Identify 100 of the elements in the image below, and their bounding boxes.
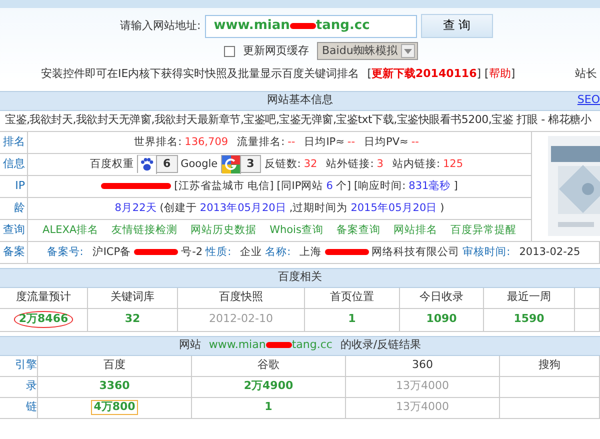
- table-cell: 2万4900: [244, 380, 294, 393]
- column-header: 最近一周: [507, 291, 551, 304]
- rank-badge: 3: [220, 155, 262, 174]
- query-link[interactable]: 百度异常提醒: [450, 224, 516, 236]
- caret-icon: [404, 48, 412, 54]
- section-title: 的收录/反链结果: [340, 339, 422, 352]
- row-label: 信息: [0, 154, 28, 176]
- table-cell: 13万4000: [396, 401, 449, 414]
- url-input[interactable]: www.mian tang.cc: [204, 14, 417, 38]
- bracket-text: ]: [510, 68, 516, 81]
- column-header: 首页位置: [330, 291, 374, 304]
- info-text: 网络科技有限公司: [372, 246, 460, 258]
- download-link[interactable]: 更新下载20140116: [372, 68, 477, 81]
- info-text: 2015年05月20日: [350, 202, 438, 214]
- table-cell: 1090: [426, 313, 457, 326]
- google-icon: [222, 154, 241, 174]
- side-text: 站长: [575, 68, 598, 81]
- paw-icon: [138, 154, 157, 174]
- info-text: [响应时间:: [354, 180, 406, 192]
- info-text: 32: [304, 158, 318, 170]
- table-cell: 13万4000: [396, 380, 449, 393]
- bracket-text: [: [367, 68, 372, 81]
- row-label: 链: [26, 401, 37, 414]
- info-text: 站内链接:: [392, 158, 440, 170]
- checkbox-label: 更新网页缓存: [243, 44, 309, 58]
- info-text: 日均IP≈: [304, 136, 344, 148]
- help-link[interactable]: 帮助: [488, 68, 511, 81]
- info-text: 备案号:: [46, 246, 84, 258]
- url-text: www.mian tang.cc: [208, 339, 332, 352]
- redaction-mark: [324, 249, 369, 256]
- column-header: 搜狗: [538, 359, 560, 372]
- info-text: 名称:: [265, 246, 291, 258]
- info-text: 3: [376, 158, 384, 170]
- column-header: 今日收录: [420, 291, 464, 304]
- query-link[interactable]: 友情链接检测: [112, 224, 178, 236]
- row-label: 备案: [0, 242, 28, 264]
- info-text: ,过期时间为: [289, 202, 348, 214]
- query-link[interactable]: 备案查询: [336, 224, 380, 236]
- column-header: 谷歌: [258, 359, 280, 372]
- table-cell: 1: [348, 313, 356, 326]
- info-text: 6: [326, 180, 333, 192]
- info-text: ]: [454, 180, 458, 192]
- column-header: 360: [412, 359, 433, 372]
- redaction-mark: [134, 249, 178, 256]
- table-cell: 3360: [99, 380, 130, 393]
- info-text: 流量排名:: [237, 136, 285, 148]
- row-label: 排名: [0, 132, 28, 154]
- info-text: 世界排名:: [134, 136, 182, 148]
- info-text: 2013-02-25: [519, 246, 580, 258]
- column-header: 百度: [104, 359, 126, 372]
- redaction-mark: [101, 183, 172, 190]
- seo-link[interactable]: SEO: [577, 94, 600, 107]
- notice-text: 安装控件即可在IE内核下获得实时快照及批量显示百度关键词排名: [41, 68, 360, 81]
- info-text: --: [347, 136, 355, 148]
- info-text: 日均PV≈: [364, 136, 408, 148]
- row-label: 查询: [0, 220, 28, 242]
- info-text: 831毫秒: [408, 180, 451, 192]
- info-text: --: [288, 136, 296, 148]
- info-text: 反链数:: [264, 158, 301, 170]
- info-text: 136,709: [184, 136, 228, 148]
- info-text: --: [411, 136, 419, 148]
- info-text: Google: [180, 158, 218, 170]
- section-title: 网站基本信息: [267, 94, 333, 107]
- info-text: [江苏省盐城市 电信]: [174, 180, 274, 192]
- section-title: 网站: [178, 339, 201, 352]
- field-label: 请输入网站地址:: [120, 20, 201, 32]
- info-text: 企业: [240, 246, 262, 258]
- info-text: 个]: [336, 180, 352, 192]
- checkbox[interactable]: [224, 46, 235, 56]
- column-header: 关键词库: [110, 291, 154, 304]
- info-text: 号-2: [181, 246, 203, 258]
- row-label: 录: [26, 380, 37, 393]
- info-text: 百度权重: [90, 158, 134, 170]
- query-link[interactable]: 网站历史数据: [190, 224, 257, 236]
- bracket-text: ] [: [476, 68, 489, 81]
- query-link[interactable]: ALEXA排名: [42, 224, 99, 236]
- row-label: IP: [0, 176, 28, 198]
- column-header: 百度快照: [219, 291, 263, 304]
- query-link[interactable]: Whois查询: [270, 224, 324, 236]
- info-text: 沪ICP备: [92, 246, 132, 258]
- info-text: (创建于: [160, 202, 197, 214]
- query-button[interactable]: 查 询: [420, 14, 493, 38]
- row-label: 龄: [0, 198, 28, 220]
- table-cell: 2万8466: [14, 311, 74, 328]
- info-text: 2013年05月20日: [200, 202, 286, 214]
- info-text: 审核时间:: [462, 246, 510, 258]
- keywords-text: 宝鉴,我欲封天,我欲封天无弹窗,我欲封天最新章节,宝鉴吧,宝鉴无弹窗,宝鉴txt下载,宝鉴快眼看书5200,宝鉴 打眼 - 棉花糖小: [4, 112, 592, 128]
- section-title: 百度相关: [278, 271, 322, 284]
- table-cell: 1590: [514, 313, 544, 326]
- info-text: 上海: [300, 246, 322, 258]
- table-cell: 32: [124, 313, 140, 326]
- query-link[interactable]: 网站排名: [393, 224, 438, 236]
- info-text: 8月22天: [114, 202, 157, 214]
- info-text: [同IP网站: [276, 180, 324, 192]
- table-cell: 2012-02-10: [209, 313, 273, 326]
- info-text: 性质:: [206, 246, 232, 258]
- table-cell: 4万800: [90, 400, 138, 415]
- column-header: 度流量预计: [16, 291, 71, 304]
- info-text: 站外链接:: [326, 158, 374, 170]
- spider-select[interactable]: Baidu蜘蛛模拟: [317, 42, 418, 60]
